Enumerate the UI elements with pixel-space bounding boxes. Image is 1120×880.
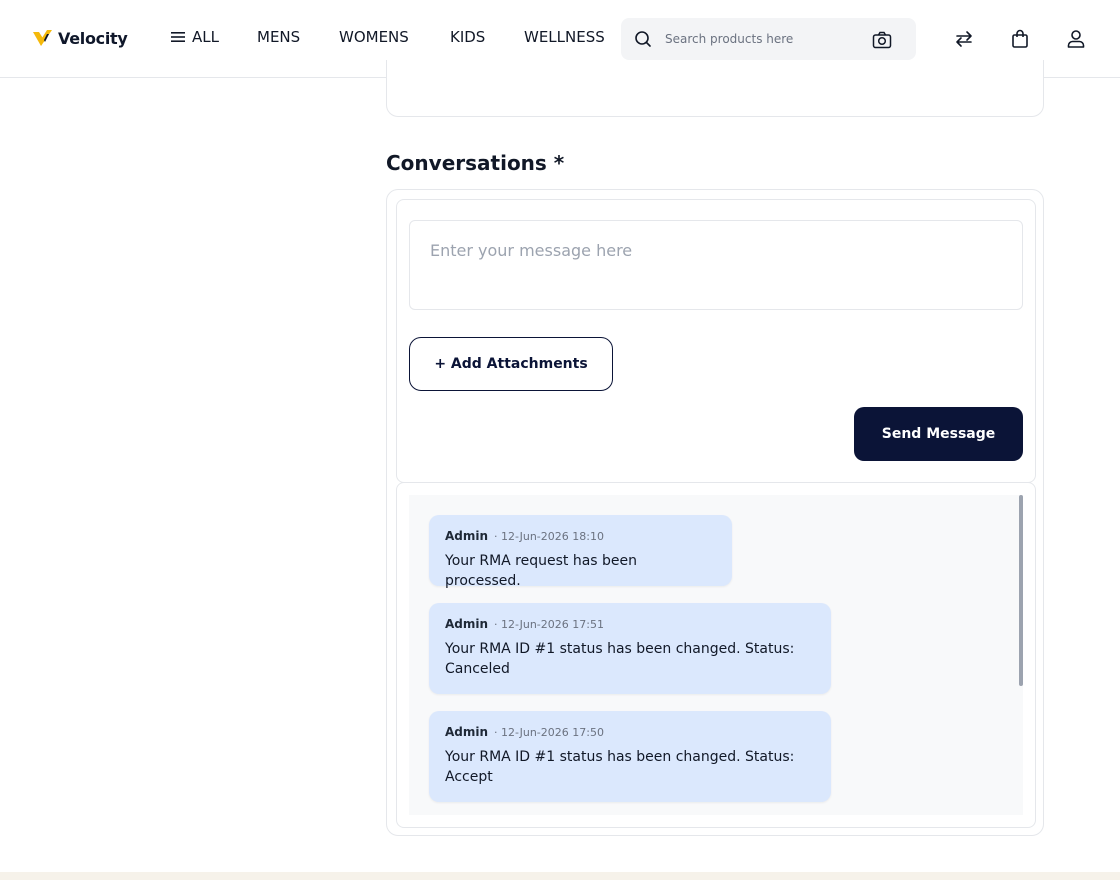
bag-icon[interactable] <box>1008 27 1032 51</box>
send-message-button[interactable]: Send Message <box>854 407 1023 461</box>
nav-item-kids[interactable]: KIDS <box>450 26 485 48</box>
message-thread[interactable]: Admin · 12-Jun-2026 18:10 Your RMA reque… <box>409 495 1023 815</box>
brand-name: Velocity <box>58 28 128 48</box>
nav-item-wellness[interactable]: WELLNESS <box>524 26 605 48</box>
search-icon[interactable] <box>633 29 653 49</box>
message-bubble: Admin · 12-Jun-2026 17:51 Your RMA ID #1… <box>429 603 831 694</box>
message-time: · 12-Jun-2026 17:50 <box>494 726 604 739</box>
previous-section-card <box>386 60 1044 117</box>
message-meta: Admin · 12-Jun-2026 17:50 <box>445 725 815 743</box>
nav-all[interactable]: ALL <box>170 26 219 48</box>
message-author: Admin <box>445 617 489 631</box>
menu-icon <box>171 32 185 42</box>
logo-mark-icon <box>33 30 52 46</box>
camera-icon[interactable] <box>871 29 893 51</box>
compose-box: + Add Attachments Send Message <box>396 199 1036 483</box>
add-attachments-button[interactable]: + Add Attachments <box>409 337 613 391</box>
search-bar <box>621 18 916 60</box>
message-time: · 12-Jun-2026 18:10 <box>494 530 604 543</box>
conversations-title: Conversations * <box>386 151 565 175</box>
user-icon[interactable] <box>1064 27 1088 51</box>
message-bubble: Admin · 12-Jun-2026 17:50 Your RMA ID #1… <box>429 711 831 802</box>
nav-item-womens[interactable]: WOMENS <box>339 26 409 48</box>
message-author: Admin <box>445 529 489 543</box>
message-text: Your RMA request has been processed. <box>445 553 638 589</box>
message-meta: Admin · 12-Jun-2026 17:51 <box>445 617 815 635</box>
message-thread-panel: Admin · 12-Jun-2026 18:10 Your RMA reque… <box>396 482 1036 828</box>
nav-item-mens[interactable]: MENS <box>257 26 300 48</box>
message-input[interactable] <box>409 220 1023 310</box>
conversations-panel: + Add Attachments Send Message Admin · 1… <box>386 189 1044 836</box>
message-text: Your RMA ID #1 status has been changed. … <box>445 641 795 677</box>
message-bubble: Admin · 12-Jun-2026 18:10 Your RMA reque… <box>429 515 732 589</box>
brand-logo[interactable]: Velocity <box>32 26 128 50</box>
nav-all-label: ALL <box>192 28 219 46</box>
message-time: · 12-Jun-2026 17:51 <box>494 618 604 631</box>
message-meta: Admin · 12-Jun-2026 18:10 <box>445 529 716 547</box>
compare-icon[interactable] <box>952 27 976 51</box>
thread-scrollbar[interactable] <box>1019 495 1023 686</box>
message-text: Your RMA ID #1 status has been changed. … <box>445 749 795 785</box>
message-author: Admin <box>445 725 489 739</box>
search-input[interactable] <box>665 28 855 50</box>
footer-strip <box>0 872 1120 880</box>
